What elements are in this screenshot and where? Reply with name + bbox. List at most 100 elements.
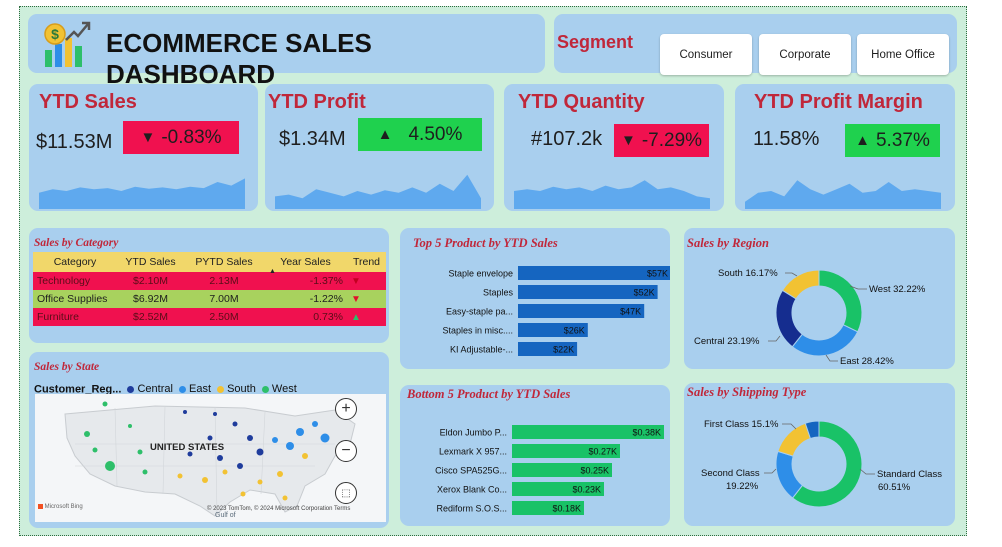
bing-logo: Microsoft Bing [38, 504, 83, 510]
top5-bar-chart: Staple envelope $57K Staples $52K Easy-stapl… [442, 266, 670, 356]
leader-line [782, 423, 797, 430]
table-row[interactable]: Office Supplies $6.92M 7.00M -1.22% ▼ [33, 290, 386, 308]
bar-value-label: $52K [634, 288, 655, 298]
bar-category-label: Easy-staple pa... [446, 307, 513, 317]
segment-home-office-button[interactable]: Home Office [857, 34, 949, 75]
donut-slice[interactable] [791, 324, 859, 357]
map-gulf-label: Gulf of [215, 512, 236, 519]
table-header-row: Category YTD Sales PYTD Sales Year Sales… [33, 252, 386, 272]
col-header-category[interactable]: Category [33, 252, 117, 272]
kpi-change: 5.37% [875, 129, 930, 151]
donut-label: 60.51% [878, 482, 911, 493]
kpi-change: 4.50% [408, 123, 463, 145]
col-header-ytd-sales[interactable]: YTD Sales [117, 252, 184, 272]
kpi-card-ytd-profit-margin: YTD Profit Margin 11.58% ▲ 5.37% [735, 84, 955, 211]
table-row[interactable]: Furniture $2.52M 2.50M 0.73% ▲ [33, 308, 386, 326]
kpi-card-ytd-profit: YTD Profit $1.34M ▲ 4.50% [265, 84, 494, 211]
region-donut-chart: West 32.22% East 28.42% Central 23.19% Sout… [694, 268, 926, 367]
kpi-value: 11.58% [753, 128, 820, 150]
cell-pytd: 2.50M [209, 311, 239, 323]
map-selection-button[interactable]: ⬚ [335, 482, 357, 504]
kpi-sparkline [745, 180, 941, 209]
legend-dot [217, 385, 225, 393]
donut-label: South 16.17% [718, 268, 778, 279]
segment-corporate-button[interactable]: Corporate [759, 34, 851, 75]
donut-label: Central 23.19% [694, 336, 760, 347]
bar-category-label: Staple envelope [448, 269, 513, 279]
zoom-in-button[interactable]: + [335, 398, 357, 420]
segment-label: Segment [557, 32, 634, 52]
bing-text: Microsoft Bing [44, 504, 83, 511]
leader-line [768, 335, 781, 342]
segment-consumer-button[interactable]: Consumer [660, 34, 752, 75]
segment-panel: Segment Consumer Corporate Home Office [554, 14, 957, 75]
canvas: $ ECOMMERCE SALES DASHBOARD Segment Cons… [0, 0, 1002, 547]
cell-category: Technology [37, 275, 91, 287]
donut-slice[interactable] [775, 450, 804, 499]
legend-dot [179, 385, 187, 393]
cell-pytd: 2.13M [209, 275, 239, 287]
bar-category-label: Cisco SPA525G... [435, 466, 507, 476]
kpi-sparkline [514, 180, 710, 209]
bar-value-label: $0.38K [632, 428, 661, 438]
sparkline-area [275, 174, 481, 209]
col-header-pytd-sales[interactable]: PYTD Sales [184, 252, 264, 272]
cell-ytd: $2.10M [132, 275, 169, 287]
bottom5-products-panel: Bottom 5 Product by YTD Sales Eldon Jumb… [400, 385, 670, 526]
cell-year: 0.73% [313, 311, 343, 323]
cell-category: Furniture [37, 311, 80, 323]
kpi-change: -0.83% [161, 126, 222, 148]
col-header-trend[interactable]: Trend [347, 252, 386, 272]
sparkline-area [39, 178, 245, 209]
donut-label: West 32.22% [869, 284, 926, 295]
bar-value-label: $47K [620, 307, 641, 317]
panel-title: Sales by Category [34, 237, 119, 249]
sales-by-state-panel: Sales by State Customer_Reg... Central E… [29, 352, 389, 528]
bar-category-label: Rediform S.O.S... [436, 504, 507, 514]
dashboard-board: $ ECOMMERCE SALES DASHBOARD Segment Cons… [19, 6, 967, 536]
kpi-title: YTD Sales [39, 91, 137, 113]
cell-category: Office Supplies [37, 293, 108, 305]
kpi-value: #107.2k [531, 128, 603, 150]
kpi-value: $11.53M [36, 131, 113, 153]
bar-value-label: $57K [647, 269, 668, 279]
donut-slice[interactable] [775, 289, 803, 348]
arrow-down-icon: ▼ [620, 132, 636, 149]
table-row[interactable]: Technology $2.10M 2.13M -1.37% ▼ [33, 272, 386, 290]
trend-down-icon: ▼ [351, 293, 361, 305]
bar-value-label: $22K [553, 345, 574, 355]
arrow-up-icon: ▲ [855, 132, 870, 149]
us-map[interactable]: UNITED STATES Gulf of + − ⬚ Microsoft Bi… [35, 394, 386, 522]
bar-category-label: Lexmark X 957... [439, 447, 507, 457]
cell-ytd: $6.92M [132, 293, 169, 305]
kpi-change-badge: ▲ 4.50% [358, 118, 482, 151]
sales-by-shipping-panel: Sales by Shipping Type Standard Class 60.… [684, 383, 955, 526]
cell-year: -1.22% [309, 293, 343, 305]
donut-slice[interactable] [818, 269, 863, 333]
category-table: Category YTD Sales PYTD Sales Year Sales… [33, 252, 386, 326]
us-map-shape [35, 394, 386, 522]
top5-products-panel: Top 5 Product by YTD Sales Staple envelo… [400, 228, 670, 369]
bottom5-bar-chart: Eldon Jumbo P... $0.38K Lexmark X 957... $0… [435, 425, 664, 515]
trend-up-icon: ▲ [351, 311, 361, 323]
bar-value-label: $0.25K [580, 466, 609, 476]
arrow-down-icon: ▼ [140, 129, 156, 146]
money-chart-icon: $ [42, 20, 92, 68]
cell-year: -1.37% [309, 275, 343, 287]
zoom-out-button[interactable]: − [335, 440, 357, 462]
donut-label: Second Class [701, 468, 760, 479]
bar-category-label: KI Adjustable-... [450, 345, 513, 355]
bar-category-label: Staples [483, 288, 514, 298]
page-title: ECOMMERCE SALES DASHBOARD [106, 28, 372, 89]
kpi-title: YTD Quantity [518, 91, 645, 113]
donut-label: Standard Class [877, 469, 942, 480]
col-header-year-sales[interactable]: Year Sales [264, 252, 347, 272]
sales-by-category-panel: Sales by Category Category YTD Sales PYT… [29, 228, 389, 343]
donut-slice[interactable] [777, 422, 812, 457]
shipping-donut-chart: Standard Class 60.51% Second Class 19.22% Fi… [701, 419, 942, 508]
title-panel: $ ECOMMERCE SALES DASHBOARD [28, 14, 545, 89]
kpi-card-ytd-sales: YTD Sales $11.53M ▼ -0.83% [29, 84, 258, 211]
bar-value-label: $26K [564, 326, 585, 336]
kpi-card-ytd-quantity: YTD Quantity #107.2k ▼ -7.29% [504, 84, 724, 211]
donut-label: East 28.42% [840, 356, 894, 367]
